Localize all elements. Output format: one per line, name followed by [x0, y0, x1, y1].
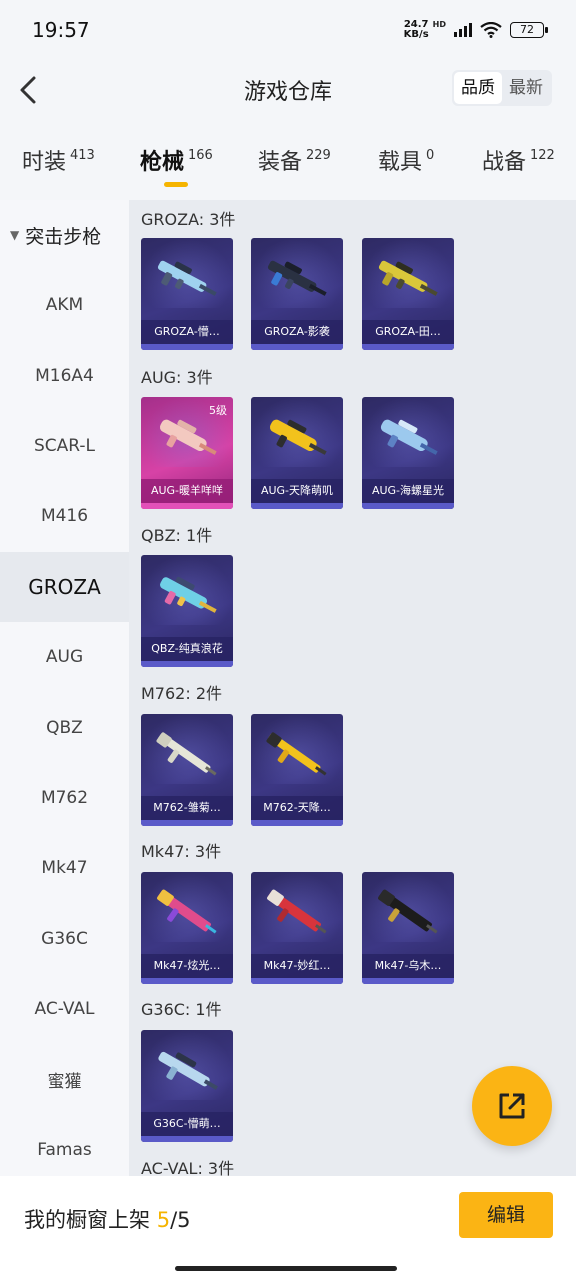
tab-vehicles[interactable]: 载具 0: [378, 144, 434, 176]
sidebar-item-m762[interactable]: M762: [0, 763, 129, 833]
rifle-icon: [159, 419, 217, 455]
rifle-icon: [266, 732, 327, 776]
rifle-icon: [378, 260, 438, 296]
item-card[interactable]: G36C-懵萌…: [141, 1030, 233, 1142]
weapon-grid: GROZA: 3件 GROZA-懵… GROZA-影袭 GROZA-田… AUG…: [129, 200, 576, 1176]
showcase-status: 我的橱窗上架 5/5: [24, 1208, 191, 1232]
share-button[interactable]: [472, 1066, 552, 1146]
item-card[interactable]: M762-雏菊…: [141, 714, 233, 826]
chevron-down-icon: ▼: [10, 228, 20, 242]
item-card[interactable]: M762-天降…: [251, 714, 343, 826]
signal-icon: [454, 23, 472, 37]
item-card[interactable]: GROZA-影袭: [251, 238, 343, 350]
item-card[interactable]: Mk47-乌木…: [362, 872, 454, 984]
edit-button[interactable]: 编辑: [459, 1192, 553, 1238]
weapon-sidebar: ▼ 突击步枪 AKM M16A4 SCAR-L M416 GROZA AUG Q…: [0, 200, 129, 1176]
wifi-icon: [480, 22, 502, 38]
item-card[interactable]: AUG-天降萌叽: [251, 397, 343, 509]
rifle-icon: [378, 889, 438, 934]
sidebar-item-akm[interactable]: AKM: [0, 270, 129, 340]
net-speed: 24.7 KB/s: [403, 19, 429, 40]
sidebar-item-groza[interactable]: GROZA: [0, 551, 129, 622]
sidebar-item-m416[interactable]: M416: [0, 481, 129, 551]
bottom-bar: 我的橱窗上架 5/5 编辑: [0, 1176, 576, 1280]
rifle-icon: [160, 576, 217, 613]
status-bar: 19:57 24.7 KB/s HD 72: [0, 0, 576, 60]
sidebar-item-m16a4[interactable]: M16A4: [0, 340, 129, 410]
item-card[interactable]: Mk47-炫光…: [141, 872, 233, 984]
tab-battle-gear[interactable]: 战备 122: [482, 144, 555, 176]
item-card[interactable]: 5级 AUG-暖羊咩咩: [141, 397, 233, 509]
tab-firearms[interactable]: 枪械 166: [140, 144, 213, 176]
rifle-icon: [156, 732, 217, 776]
rifle-icon: [267, 889, 327, 934]
item-card[interactable]: GROZA-田…: [362, 238, 454, 350]
home-indicator[interactable]: [175, 1266, 397, 1271]
item-card[interactable]: AUG-海螺星光: [362, 397, 454, 509]
rifle-icon: [157, 260, 217, 296]
item-card[interactable]: Mk47-妙红…: [251, 872, 343, 984]
section-title-groza: GROZA: 3件: [141, 210, 236, 229]
rifle-icon: [267, 260, 327, 296]
hd-icon: HD: [432, 20, 446, 29]
status-time: 19:57: [32, 18, 90, 42]
sidebar-item-mk47[interactable]: Mk47: [0, 833, 129, 903]
sort-newest-button[interactable]: 最新: [502, 72, 550, 104]
sidebar-item-honey-badger[interactable]: 蜜獾: [0, 1044, 129, 1114]
rifle-icon: [269, 419, 327, 455]
tab-fashion[interactable]: 时装 413: [22, 144, 95, 176]
section-title-ac-val: AC-VAL: 3件: [141, 1159, 235, 1176]
section-title-m762: M762: 2件: [141, 684, 223, 703]
sort-toggle: 品质 最新: [452, 70, 552, 106]
sidebar-item-qbz[interactable]: QBZ: [0, 692, 129, 762]
rifle-icon: [380, 419, 438, 455]
category-tabs: 时装 413 枪械 166 装备 229 载具 0 战备 122: [0, 130, 576, 196]
item-card[interactable]: GROZA-懵…: [141, 238, 233, 350]
status-icons: 24.7 KB/s HD 72: [403, 19, 548, 40]
header: 游戏仓库 品质 最新: [0, 60, 576, 120]
sidebar-item-g36c[interactable]: G36C: [0, 904, 129, 974]
sidebar-item-aug[interactable]: AUG: [0, 622, 129, 692]
sidebar-item-ac-val[interactable]: AC-VAL: [0, 974, 129, 1044]
sidebar-item-scar-l[interactable]: SCAR-L: [0, 411, 129, 481]
sidebar-item-famas[interactable]: Famas: [0, 1115, 129, 1176]
section-title-aug: AUG: 3件: [141, 368, 213, 387]
tab-equipment[interactable]: 装备 229: [258, 144, 331, 176]
section-title-g36c: G36C: 1件: [141, 1000, 222, 1019]
share-icon: [499, 1093, 525, 1119]
section-title-qbz: QBZ: 1件: [141, 526, 213, 545]
item-card[interactable]: QBZ-纯真浪花: [141, 555, 233, 667]
sidebar-group-assault-rifles[interactable]: ▼ 突击步枪: [0, 200, 129, 270]
rifle-icon: [158, 1051, 218, 1090]
rifle-icon: [157, 889, 217, 934]
tab-indicator: [164, 182, 188, 187]
battery-icon: 72: [510, 22, 548, 38]
section-title-mk47: Mk47: 3件: [141, 842, 222, 861]
sort-quality-button[interactable]: 品质: [454, 72, 502, 104]
